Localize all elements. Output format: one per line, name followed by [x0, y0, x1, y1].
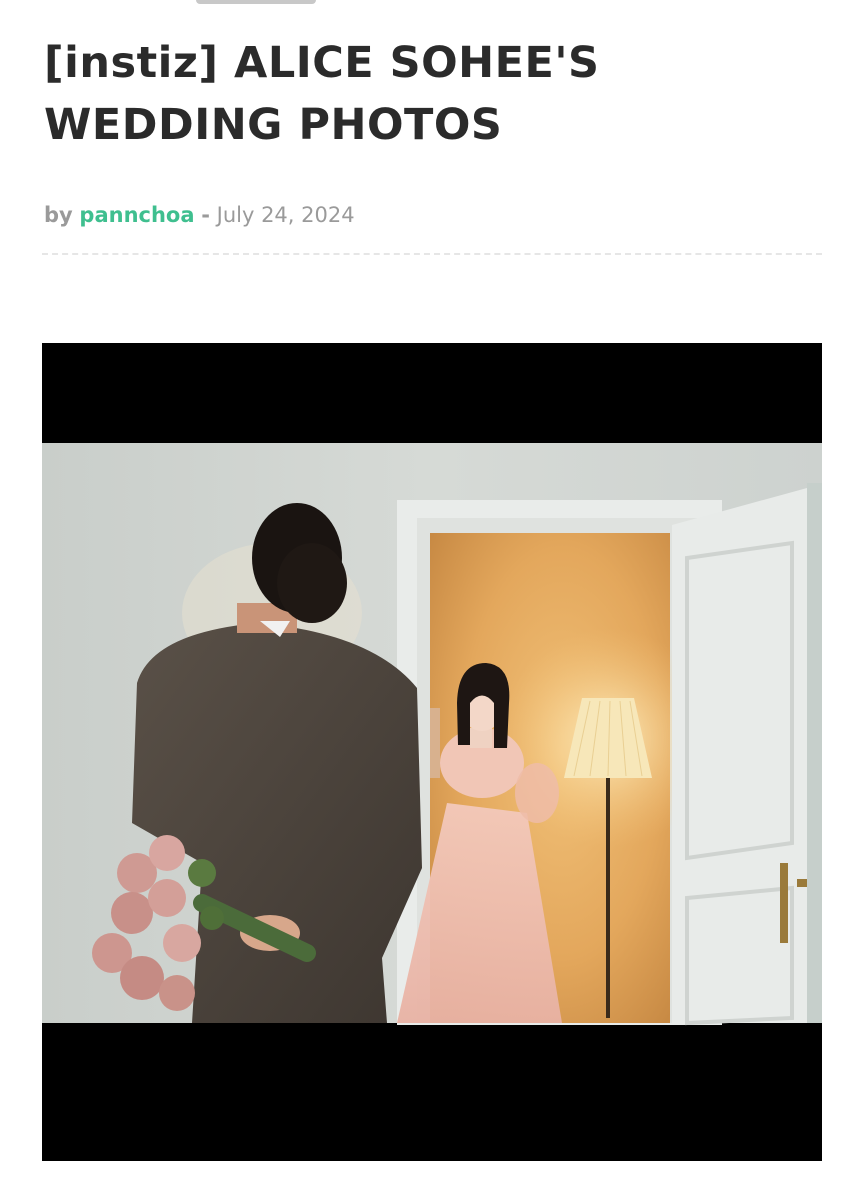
- byline-by-label: by: [44, 203, 73, 227]
- wedding-photo[interactable]: [42, 343, 822, 1161]
- previous-text-fragment: [196, 0, 316, 4]
- post-date: July 24, 2024: [216, 203, 355, 227]
- article-title: [instiz] ALICE SOHEE'S WEDDING PHOTOS: [44, 38, 600, 150]
- article-byline: by pannchoa - July 24, 2024: [44, 200, 355, 230]
- byline-separator: -: [201, 203, 210, 227]
- author-link[interactable]: pannchoa: [79, 203, 194, 227]
- header-divider: [42, 253, 822, 255]
- photo-scene: [42, 443, 822, 1026]
